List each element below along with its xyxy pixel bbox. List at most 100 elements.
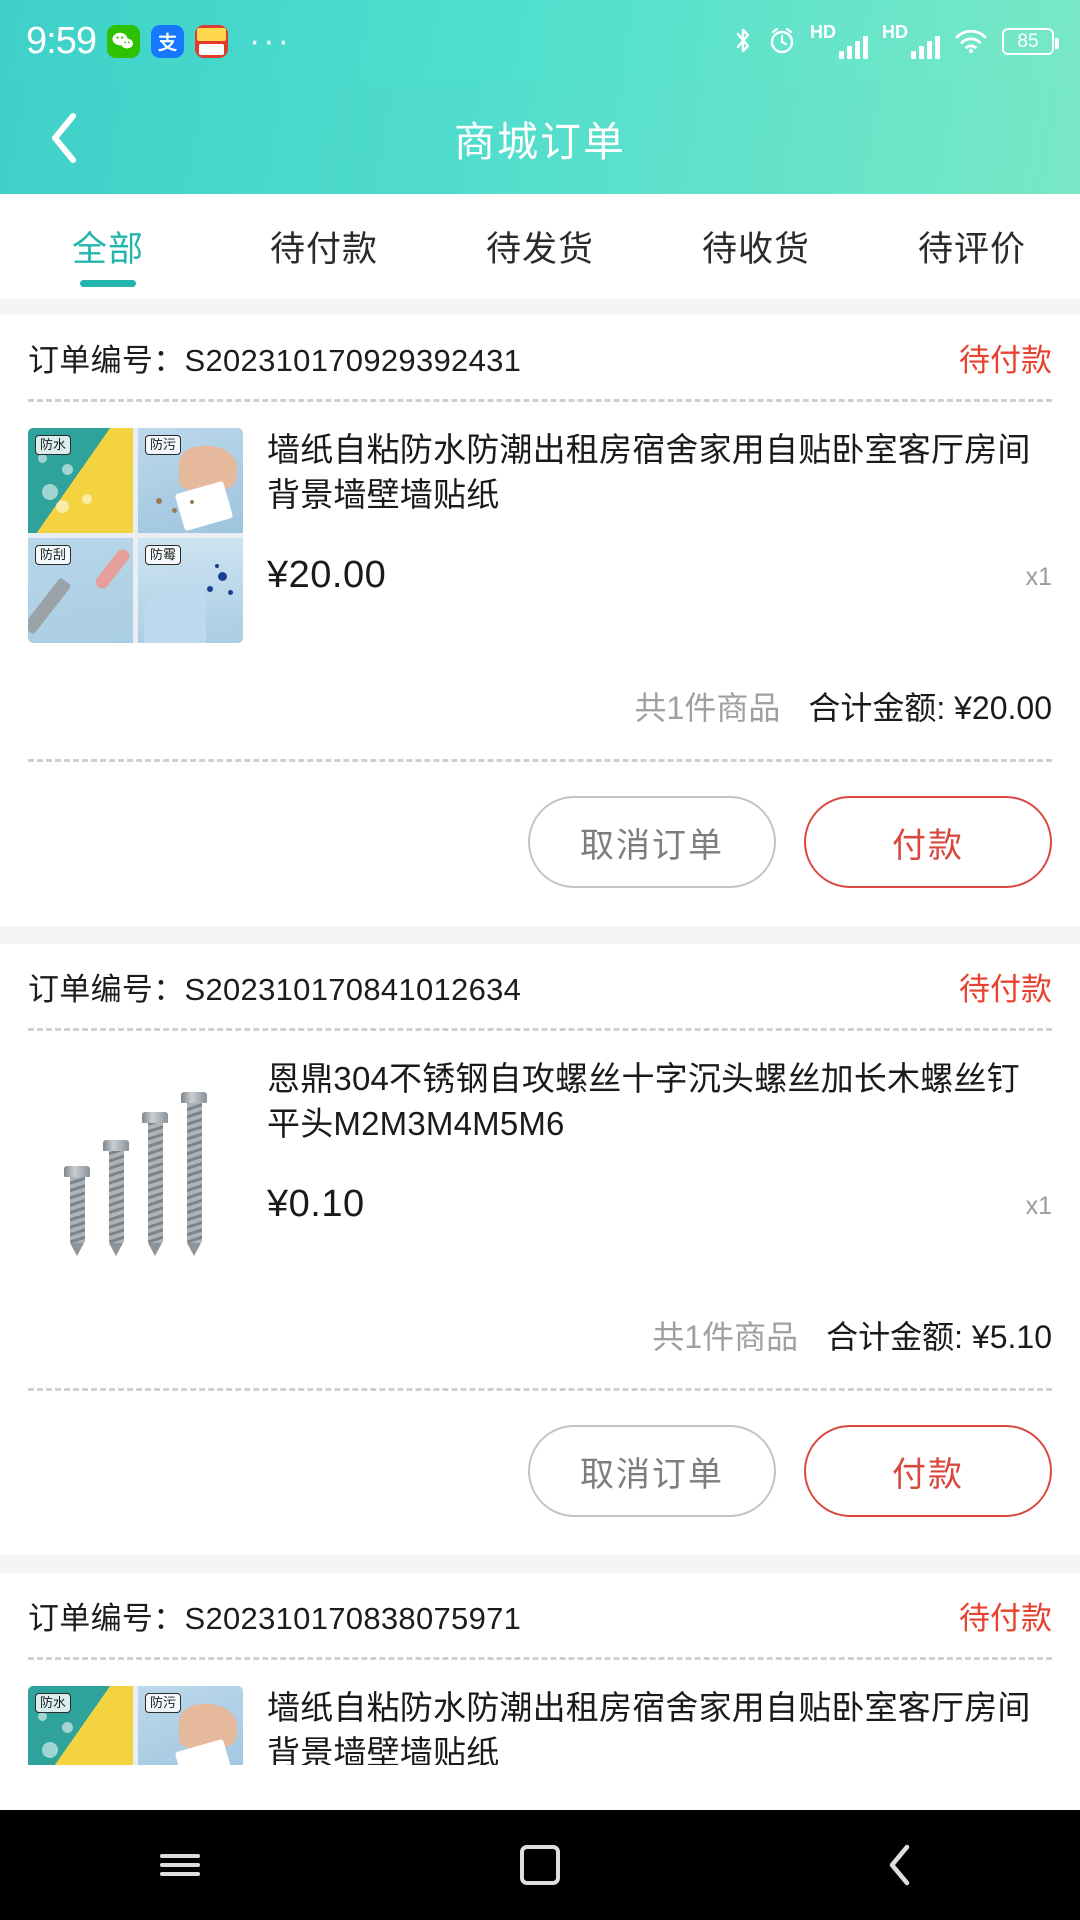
order-product[interactable]: 防水 防污 防刮 防霉 墙纸自粘防水防潮出租房宿舍家用自贴卧室客厅房间背景墙壁墙…	[28, 402, 1052, 643]
wechat-icon	[106, 24, 140, 58]
order-total-row: 共1件商品 合计金额: ¥5.10	[28, 1272, 1052, 1388]
order-total: 合计金额: ¥5.10	[826, 1319, 1052, 1355]
header-back-button[interactable]	[36, 110, 92, 166]
nav-home-button[interactable]	[480, 1810, 600, 1920]
menu-icon	[160, 1849, 200, 1881]
cancel-order-button[interactable]: 取消订单	[528, 1425, 776, 1517]
order-actions: 取消订单 付款	[28, 762, 1052, 926]
status-badge: 待付款	[959, 971, 1052, 1007]
screw-shape	[142, 1112, 168, 1256]
product-price: ¥20.00	[267, 553, 387, 596]
hd-label-2: HD	[882, 22, 908, 42]
product-title: 恩鼎304不锈钢自攻螺丝十字沉头螺丝加长木螺丝钉平头M2M3M4M5M6	[267, 1060, 1020, 1142]
product-info: 恩鼎304不锈钢自攻螺丝十字沉头螺丝加长木螺丝钉平头M2M3M4M5M6 ¥0.…	[243, 1057, 1052, 1272]
status-overflow-dots: ···	[248, 22, 292, 60]
product-thumbnail[interactable]	[28, 1057, 243, 1272]
image-tag: 防霉	[145, 545, 182, 565]
signal-icon-2	[911, 33, 940, 59]
order-card[interactable]: 订单编号：S202310170841012634 待付款 恩鼎304不锈钢自攻螺…	[0, 944, 1080, 1555]
order-card[interactable]: 订单编号：S202310170838075971 待付款 防水 防污 墙纸自粘防…	[0, 1573, 1080, 1765]
order-actions: 取消订单 付款	[28, 1391, 1052, 1555]
order-header: 订单编号：S202310170841012634 待付款	[28, 944, 1052, 1028]
nav-back-button[interactable]	[840, 1810, 960, 1920]
product-image-cell-3: 防刮	[28, 538, 133, 643]
alarm-icon	[768, 27, 796, 55]
screw-shape	[103, 1140, 129, 1256]
product-quantity: x1	[1025, 1191, 1052, 1220]
tab-pending-payment[interactable]: 待付款	[216, 194, 432, 299]
product-title: 墙纸自粘防水防潮出租房宿舍家用自贴卧室客厅房间背景墙壁墙贴纸	[267, 1689, 1031, 1765]
product-quantity: x1	[1025, 562, 1052, 591]
bluetooth-icon	[732, 26, 754, 56]
tab-pending-review[interactable]: 待评价	[864, 194, 1080, 299]
tab-all[interactable]: 全部	[0, 194, 216, 299]
product-thumbnail[interactable]: 防水 防污 防刮 防霉	[28, 428, 243, 643]
tab-label: 待收货	[701, 230, 810, 269]
product-price-row: ¥0.10 x1	[267, 1183, 1052, 1226]
product-image-cell-4: 防霉	[138, 538, 243, 643]
battery-icon: 85	[1002, 27, 1059, 55]
nav-menu-button[interactable]	[120, 1810, 240, 1920]
tab-active-indicator	[296, 280, 352, 287]
product-info: 墙纸自粘防水防潮出租房宿舍家用自贴卧室客厅房间背景墙壁墙贴纸	[243, 1686, 1052, 1765]
status-badge: 待付款	[959, 342, 1052, 378]
product-image-cell-2: 防污	[138, 1686, 243, 1765]
tab-label: 待发货	[485, 230, 594, 269]
image-tag: 防污	[145, 435, 182, 455]
cancel-order-button[interactable]: 取消订单	[528, 796, 776, 888]
hd-label-1: HD	[810, 22, 836, 42]
image-tag: 防水	[35, 1693, 72, 1713]
signal-icon-1	[839, 33, 868, 59]
image-tag: 防水	[35, 435, 72, 455]
product-image-collage: 防水 防污 防刮 防霉	[28, 428, 243, 643]
tab-active-indicator	[944, 280, 1000, 287]
product-price-row: ¥20.00 x1	[267, 554, 1052, 597]
product-thumbnail[interactable]: 防水 防污	[28, 1686, 243, 1765]
signal-group-1: HD	[810, 23, 868, 59]
status-time: 9:59	[26, 19, 97, 62]
status-bar: 9:59 支 ··· HD HD 85	[0, 0, 1080, 82]
screw-shape	[181, 1092, 207, 1256]
section-divider	[0, 299, 1080, 315]
pay-button[interactable]: 付款	[804, 1425, 1052, 1517]
tab-active-indicator	[80, 280, 136, 287]
order-card[interactable]: 订单编号：S202310170929392431 待付款 防水 防污 防刮 防霉…	[0, 315, 1080, 926]
card-divider	[0, 926, 1080, 944]
chevron-left-icon	[889, 1844, 910, 1886]
order-number: 订单编号：S202310170929392431	[28, 342, 522, 378]
tab-label: 全部	[71, 230, 144, 269]
product-image-cell-1: 防水	[28, 428, 133, 533]
product-image-cell-2: 防污	[138, 428, 243, 533]
image-tag: 防污	[145, 1693, 182, 1713]
status-bar-left: 9:59 支 ···	[26, 20, 292, 63]
product-price: ¥0.10	[267, 1182, 365, 1225]
status-badge: 待付款	[959, 1600, 1052, 1636]
red-app-icon	[194, 24, 228, 58]
tab-active-indicator	[512, 280, 568, 287]
order-status-tabs: 全部 待付款 待发货 待收货 待评价	[0, 194, 1080, 299]
tab-active-indicator	[728, 280, 784, 287]
tab-pending-receipt[interactable]: 待收货	[648, 194, 864, 299]
order-number: 订单编号：S202310170841012634	[28, 971, 522, 1007]
item-count: 共1件商品	[652, 1319, 799, 1355]
android-nav-bar	[0, 1810, 1080, 1920]
order-total: 合计金额: ¥20.00	[808, 690, 1052, 726]
screw-shape	[64, 1166, 90, 1256]
alipay-icon: 支	[150, 24, 184, 58]
card-divider	[0, 1555, 1080, 1573]
signal-group-2: HD	[882, 23, 940, 59]
screws-image	[28, 1057, 243, 1272]
wifi-icon	[954, 28, 988, 54]
item-count: 共1件商品	[634, 690, 781, 726]
order-product[interactable]: 恩鼎304不锈钢自攻螺丝十字沉头螺丝加长木螺丝钉平头M2M3M4M5M6 ¥0.…	[28, 1031, 1052, 1272]
status-bar-right: HD HD 85	[732, 23, 1059, 59]
product-image-collage: 防水 防污	[28, 1686, 243, 1765]
pay-button[interactable]: 付款	[804, 796, 1052, 888]
order-number: 订单编号：S202310170838075971	[28, 1600, 522, 1636]
order-product[interactable]: 防水 防污 墙纸自粘防水防潮出租房宿舍家用自贴卧室客厅房间背景墙壁墙贴纸	[28, 1660, 1052, 1765]
product-image-cell-1: 防水	[28, 1686, 133, 1765]
image-tag: 防刮	[35, 545, 72, 565]
order-total-row: 共1件商品 合计金额: ¥20.00	[28, 643, 1052, 759]
tab-pending-shipment[interactable]: 待发货	[432, 194, 648, 299]
product-info: 墙纸自粘防水防潮出租房宿舍家用自贴卧室客厅房间背景墙壁墙贴纸 ¥20.00 x1	[243, 428, 1052, 643]
